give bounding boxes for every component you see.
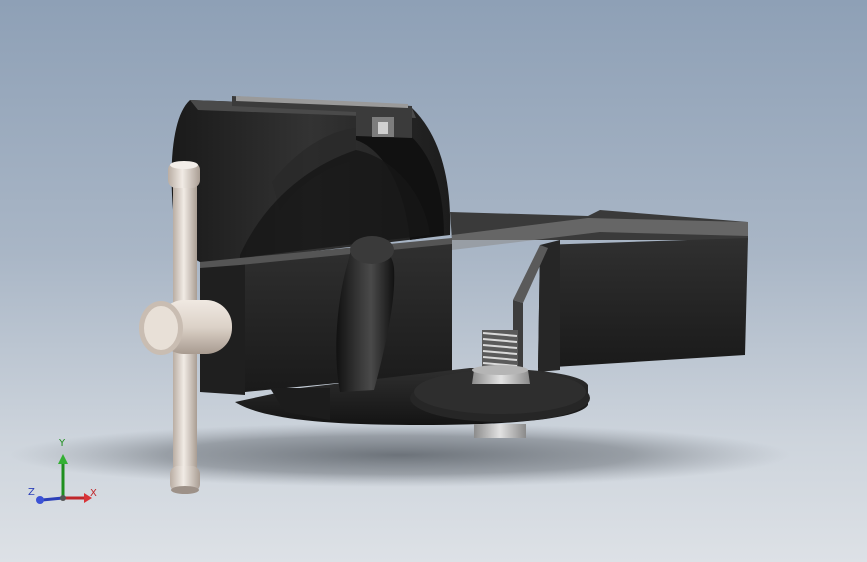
x-axis-label: X — [90, 488, 97, 499]
z-axis-arrow — [36, 496, 44, 504]
graphics-viewport[interactable]: Y Z X — [0, 0, 867, 562]
lower-nut[interactable] — [474, 424, 526, 438]
vise-body[interactable] — [200, 238, 452, 395]
orientation-triad[interactable]: Y Z X — [24, 436, 108, 512]
ground-shadow — [10, 423, 790, 487]
tube-end — [350, 236, 394, 264]
y-axis-label: Y — [59, 438, 66, 449]
vise-model[interactable] — [0, 0, 867, 562]
triad-origin — [60, 495, 66, 501]
z-axis-label: Z — [28, 487, 35, 498]
y-axis-arrow — [58, 454, 68, 464]
z-axis-line — [41, 496, 64, 502]
